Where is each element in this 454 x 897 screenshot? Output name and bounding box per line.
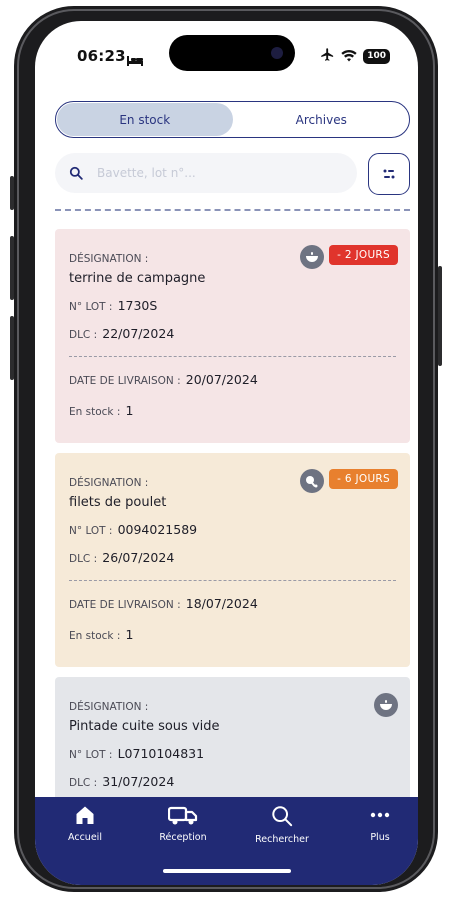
dlc-label: DLC : (69, 777, 98, 789)
lot-label: N° LOT : (69, 525, 113, 537)
bowl-icon (300, 245, 324, 269)
volume-up-button (10, 236, 14, 300)
search-bar (55, 153, 357, 193)
nav-accueil[interactable]: Accueil (45, 805, 125, 843)
dlc-value: 22/07/2024 (102, 326, 175, 341)
front-camera (271, 47, 283, 59)
lot-value: 1730S (117, 298, 158, 313)
delivery-label: DATE DE LIVRAISON : (69, 599, 181, 611)
stock-label: En stock : (69, 406, 121, 418)
stock-value: 1 (125, 627, 134, 642)
product-name: filets de poulet (69, 495, 167, 510)
product-list: - 2 JOURS DÉSIGNATION : terrine de campa… (55, 229, 410, 827)
delivery-value: 18/07/2024 (185, 596, 258, 611)
product-name: Pintade cuite sous vide (69, 719, 220, 734)
stock-label: En stock : (69, 630, 121, 642)
nav-label: Accueil (68, 832, 102, 843)
dlc-value: 31/07/2024 (102, 774, 175, 789)
app-screen: 06:23 100 En stock Archives Bavette, lot… (35, 21, 418, 885)
card-divider (69, 356, 396, 357)
nav-label: Plus (370, 832, 390, 843)
expiry-badge: - 6 JOURS (329, 469, 398, 489)
filter-button[interactable] (368, 153, 410, 195)
volume-down-button (10, 316, 14, 380)
silent-switch (10, 176, 14, 210)
lot-value: L0710104831 (117, 746, 205, 761)
product-card[interactable]: - 2 JOURS DÉSIGNATION : terrine de campa… (55, 229, 410, 443)
power-button (438, 266, 442, 366)
tab-archives[interactable]: Archives (234, 102, 410, 137)
lot-label: N° LOT : (69, 301, 113, 313)
product-name: terrine de campagne (69, 271, 206, 286)
lot-label: N° LOT : (69, 749, 113, 761)
status-bar: 06:23 100 (35, 21, 418, 81)
filter-icon (383, 169, 395, 179)
home-indicator (163, 869, 291, 873)
search-icon (69, 166, 83, 180)
sleep-focus-icon (127, 51, 143, 70)
nav-plus[interactable]: Plus (340, 805, 418, 843)
bowl-icon (374, 693, 398, 717)
wifi-icon (341, 47, 357, 66)
dlc-label: DLC : (69, 329, 98, 341)
tab-en-stock[interactable]: En stock (57, 103, 233, 136)
nav-label: Réception (159, 832, 207, 843)
bottom-navigation: Accueil Réception Rechercher Plus (35, 797, 418, 885)
product-card[interactable]: DÉSIGNATION : Pintade cuite sous vide N°… (55, 677, 410, 817)
nav-label: Rechercher (255, 834, 309, 845)
list-separator (55, 209, 410, 211)
search-icon (272, 806, 293, 827)
lot-value: 0094021589 (117, 522, 198, 537)
more-icon (370, 812, 390, 818)
expiry-badge: - 2 JOURS (329, 245, 398, 265)
delivery-value: 20/07/2024 (185, 372, 258, 387)
designation-label: DÉSIGNATION : (69, 701, 149, 713)
stock-value: 1 (125, 403, 134, 418)
home-icon (76, 806, 94, 824)
chicken-icon (300, 469, 324, 493)
nav-rechercher[interactable]: Rechercher (242, 805, 322, 845)
delivery-label: DATE DE LIVRAISON : (69, 375, 181, 387)
stock-archive-toggle: En stock Archives (55, 101, 410, 138)
airplane-icon (320, 47, 335, 66)
dlc-value: 26/07/2024 (102, 550, 175, 565)
search-input[interactable] (95, 165, 339, 181)
dlc-label: DLC : (69, 553, 98, 565)
product-card[interactable]: - 6 JOURS DÉSIGNATION : filets de poulet… (55, 453, 410, 667)
nav-reception[interactable]: Réception (143, 805, 223, 843)
status-time: 06:23 (77, 47, 126, 65)
card-divider (69, 580, 396, 581)
designation-label: DÉSIGNATION : (69, 253, 149, 265)
truck-icon (168, 806, 198, 825)
battery-indicator: 100 (363, 49, 390, 64)
designation-label: DÉSIGNATION : (69, 477, 149, 489)
